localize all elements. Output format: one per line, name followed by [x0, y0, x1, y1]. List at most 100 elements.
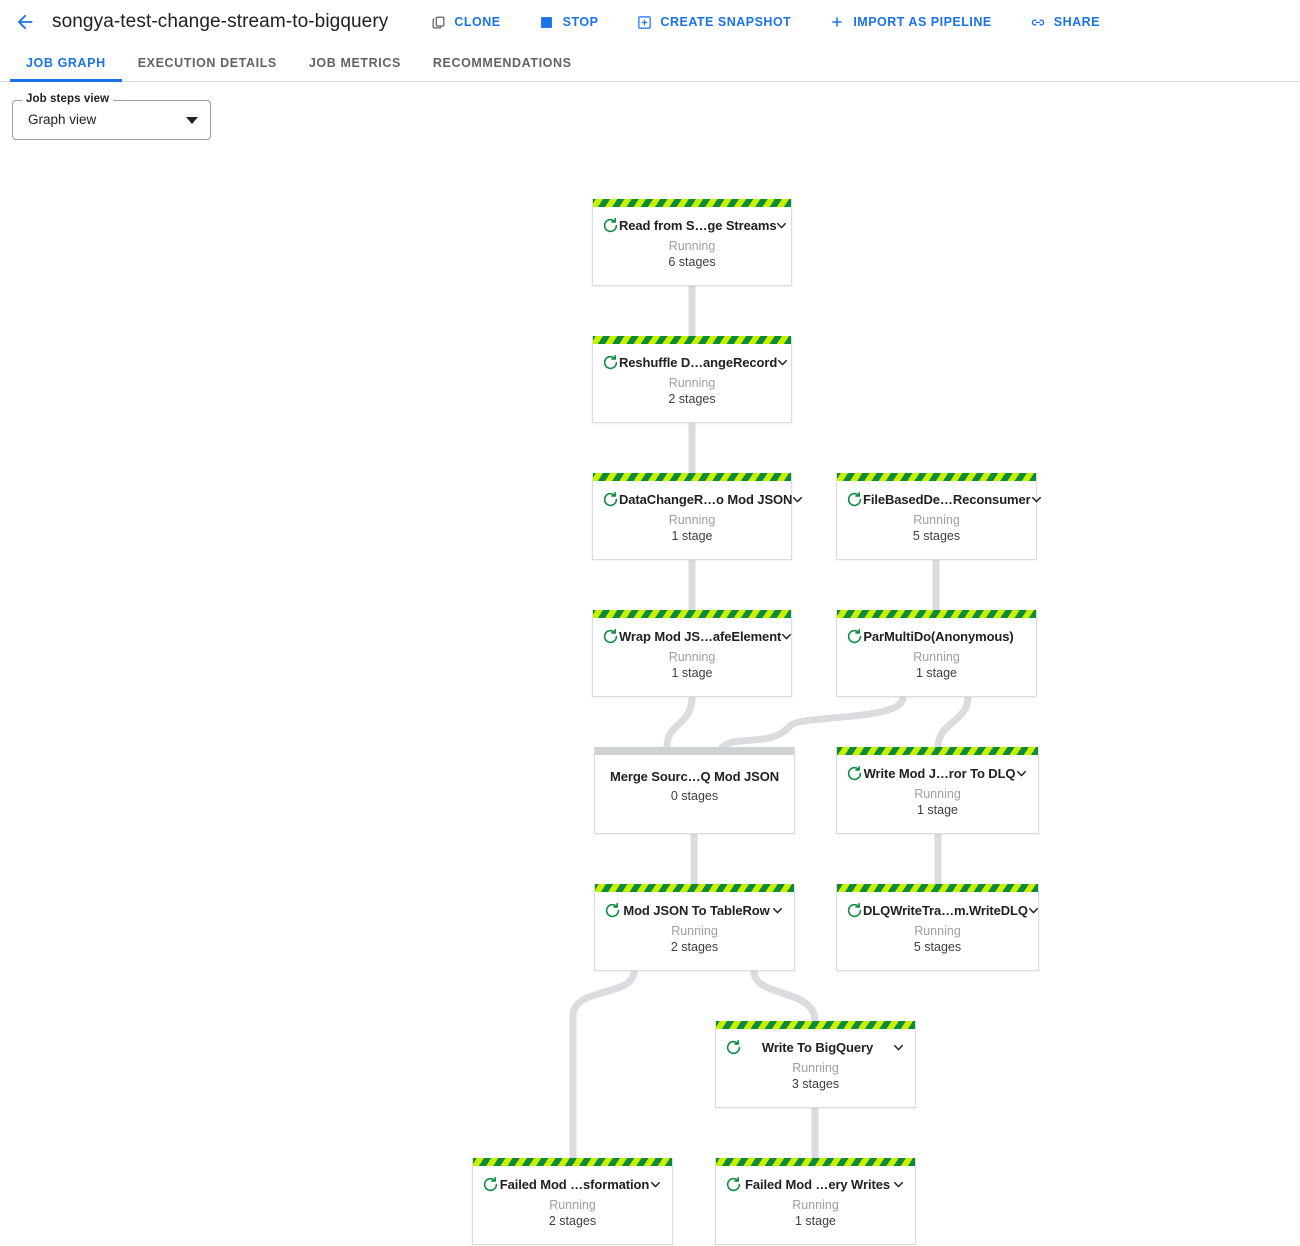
graph-node-mod-json-to-tablerow[interactable]: Mod JSON To TableRow Running 2 stages — [594, 884, 795, 971]
node-status-stripe — [716, 1158, 915, 1166]
node-title: Write To BigQuery — [761, 1039, 874, 1055]
node-header: ParMultiDo(Anonymous) — [837, 618, 1036, 647]
node-status-text: Running — [913, 650, 960, 664]
graph-node-merge-source-dlq-mod-json[interactable]: Merge Sourc…Q Mod JSON 0 stages — [594, 747, 795, 834]
refresh-running-icon — [602, 491, 619, 508]
node-title: Mod JSON To TableRow — [623, 902, 770, 918]
node-status-text: Running — [913, 513, 960, 527]
node-title: Read from S…ge Streams — [619, 217, 777, 233]
node-header: Mod JSON To TableRow — [595, 892, 794, 921]
tab-execution-details[interactable]: EXECUTION DETAILS — [122, 44, 293, 81]
node-status-stripe — [837, 473, 1036, 481]
refresh-running-icon — [602, 217, 619, 234]
chevron-down-icon[interactable] — [779, 630, 794, 643]
clone-button[interactable]: CLONE — [420, 8, 510, 36]
node-stage-count: 1 stage — [671, 666, 713, 680]
import-as-pipeline-button-label: IMPORT AS PIPELINE — [853, 15, 992, 29]
node-status-stripe — [593, 473, 791, 481]
node-status-stripe — [595, 884, 794, 892]
node-stage-count: 2 stages — [548, 1214, 597, 1228]
refresh-running-icon — [725, 1176, 742, 1193]
chevron-down-icon[interactable] — [648, 1178, 663, 1191]
node-stage-count: 5 stages — [913, 940, 962, 954]
create-snapshot-button-label: CREATE SNAPSHOT — [660, 15, 792, 29]
refresh-running-icon — [846, 902, 863, 919]
stop-button-label: STOP — [562, 15, 599, 29]
stop-square-icon — [539, 14, 555, 30]
graph-node-write-to-bigquery[interactable]: Write To BigQuery Running 3 stages — [715, 1021, 916, 1108]
chevron-down-icon[interactable] — [1029, 493, 1044, 506]
node-header: Wrap Mod JS…afeElement — [593, 618, 794, 647]
chevron-down-icon[interactable] — [770, 904, 785, 917]
node-title: ParMultiDo(Anonymous) — [863, 628, 1014, 644]
job-steps-view-select[interactable]: Job steps view Graph view — [12, 93, 211, 140]
node-status-text: Running — [668, 376, 716, 390]
node-status-stripe — [716, 1021, 915, 1029]
node-header: FileBasedDe…Reconsumer — [837, 481, 1041, 510]
graph-node-dlqwritetransform-writedlq[interactable]: DLQWriteTra…m.WriteDLQ Running 5 stages — [836, 884, 1039, 971]
refresh-running-icon — [602, 628, 619, 645]
chevron-down-icon[interactable] — [891, 1041, 906, 1054]
refresh-running-icon — [846, 628, 863, 645]
job-graph-canvas[interactable]: Read from S…ge Streams Running 6 stages Res… — [0, 166, 1300, 1246]
snapshot-icon — [636, 14, 652, 30]
tab-bar: JOB GRAPH EXECUTION DETAILS JOB METRICS … — [0, 44, 1300, 82]
node-stage-count: 2 stages — [668, 392, 716, 406]
node-header: DLQWriteTra…m.WriteDLQ — [837, 892, 1038, 921]
graph-node-read-from-spanner-change-streams[interactable]: Read from S…ge Streams Running 6 stages — [592, 199, 792, 286]
tab-recommendations[interactable]: RECOMMENDATIONS — [417, 44, 588, 81]
node-stage-count: 1 stage — [915, 666, 957, 680]
node-stage-count: 6 stages — [668, 255, 716, 269]
node-stage-count: 2 stages — [670, 940, 719, 954]
graph-node-parmultido-anonymous[interactable]: ParMultiDo(Anonymous) Running 1 stage — [836, 610, 1037, 697]
graph-node-filebasedde-reconsumer[interactable]: FileBasedDe…Reconsumer Running 5 stages — [836, 473, 1041, 560]
back-button[interactable] — [8, 5, 42, 39]
graph-node-write-mod-json-error-to-dlq[interactable]: Write Mod J…ror To DLQ Running 1 stage — [836, 747, 1039, 834]
chevron-down-icon[interactable] — [790, 493, 805, 506]
chevron-down-icon[interactable] — [1026, 904, 1041, 917]
graph-node-wrap-mod-json-safe-element[interactable]: Wrap Mod JS…afeElement Running 1 stage — [592, 610, 792, 697]
node-stage-count: 1 stage — [794, 1214, 836, 1228]
copy-icon — [430, 14, 446, 30]
share-button[interactable]: SHARE — [1020, 8, 1110, 36]
node-header: Read from S…ge Streams — [593, 207, 791, 236]
chevron-down-icon[interactable] — [1014, 767, 1029, 780]
chevron-down-icon[interactable] — [775, 356, 790, 369]
link-icon — [1030, 14, 1046, 30]
job-steps-view-value: Graph view — [28, 112, 97, 127]
node-status-stripe — [837, 747, 1038, 755]
import-as-pipeline-button[interactable]: IMPORT AS PIPELINE — [819, 8, 1001, 36]
node-header: Write Mod J…ror To DLQ — [837, 755, 1038, 784]
node-status-stripe — [837, 610, 1036, 618]
graph-edges — [569, 282, 972, 1162]
node-title: DataChangeR…o Mod JSON — [619, 491, 793, 507]
refresh-running-icon — [846, 491, 863, 508]
node-stage-count: 1 stage — [671, 529, 713, 543]
chevron-down-icon[interactable] — [774, 219, 789, 232]
node-status-stripe — [837, 884, 1038, 892]
node-status-text: Running — [914, 924, 961, 938]
node-status-text: Running — [668, 513, 716, 527]
graph-node-failed-mod-bigquery-writes[interactable]: Failed Mod …ery Writes Running 1 stage — [715, 1158, 916, 1245]
stop-button[interactable]: STOP — [529, 8, 609, 36]
refresh-running-icon — [482, 1176, 499, 1193]
node-top-bar — [595, 747, 794, 755]
chevron-down-icon[interactable] — [891, 1178, 906, 1191]
refresh-running-icon — [846, 765, 863, 782]
graph-node-failed-mod-json-transformation[interactable]: Failed Mod …sformation Running 2 stages — [472, 1158, 673, 1245]
node-status-text: Running — [792, 1061, 839, 1075]
node-header: Failed Mod …ery Writes — [716, 1166, 915, 1195]
tab-job-graph[interactable]: JOB GRAPH — [10, 44, 122, 82]
graph-node-reshuffle-datachangerecord[interactable]: Reshuffle D…angeRecord Running 2 stages — [592, 336, 792, 423]
node-status-stripe — [593, 199, 791, 207]
node-header: Failed Mod …sformation — [473, 1166, 672, 1195]
graph-node-datachangerecord-to-mod-json[interactable]: DataChangeR…o Mod JSON Running 1 stage — [592, 473, 803, 560]
chevron-down-icon — [186, 117, 198, 124]
node-header: Write To BigQuery — [716, 1029, 915, 1058]
node-status-stripe — [593, 610, 791, 618]
create-snapshot-button[interactable]: CREATE SNAPSHOT — [626, 8, 801, 36]
action-toolbar: CLONE STOP CREATE SNAPSHOT IMPORT AS PIP… — [420, 8, 1128, 36]
tab-job-metrics[interactable]: JOB METRICS — [293, 44, 417, 81]
node-header: DataChangeR…o Mod JSON — [593, 481, 803, 510]
node-status-text: Running — [914, 787, 961, 801]
